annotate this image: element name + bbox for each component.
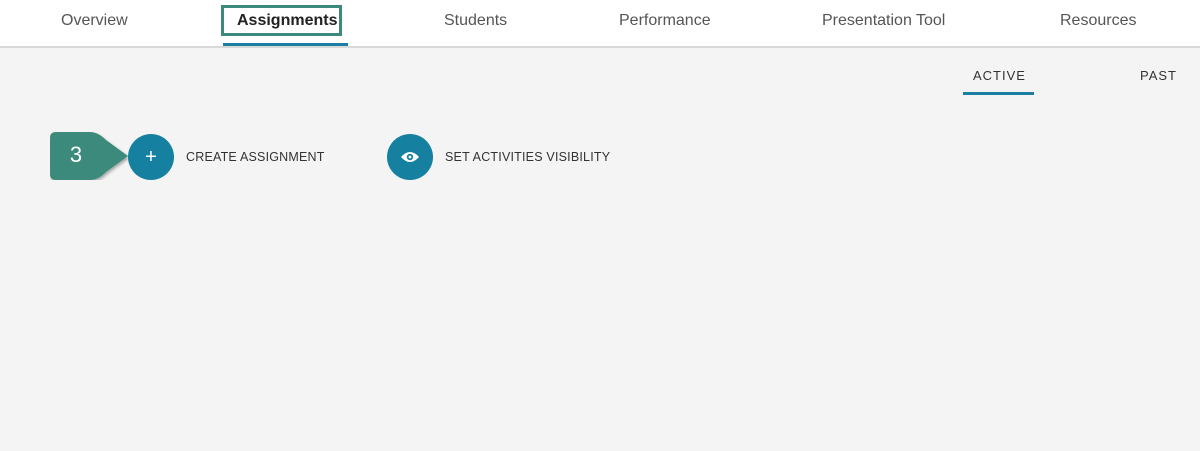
step-callout-number: 3 [69, 142, 83, 167]
create-assignment-label[interactable]: CREATE ASSIGNMENT [186, 150, 325, 164]
tab-resources[interactable]: Resources [1060, 0, 1136, 44]
tab-overview[interactable]: Overview [61, 0, 128, 44]
eye-icon[interactable] [387, 134, 433, 180]
set-activities-visibility-button[interactable]: SET ACTIVITIES VISIBILITY [387, 134, 610, 180]
tab-presentation-tool[interactable]: Presentation Tool [822, 0, 945, 44]
active-subtab-indicator [963, 92, 1034, 95]
subtab-active[interactable]: ACTIVE [973, 68, 1026, 83]
set-activities-visibility-label[interactable]: SET ACTIVITIES VISIBILITY [445, 150, 610, 164]
assignments-panel: ACTIVE PAST 3 + CREATE ASSIGNMENT SET AC… [0, 48, 1200, 451]
tab-students[interactable]: Students [444, 0, 507, 44]
plus-icon[interactable]: + [128, 134, 174, 180]
top-navigation: Overview Assignments Students Performanc… [0, 0, 1200, 48]
create-assignment-button[interactable]: + CREATE ASSIGNMENT [128, 134, 325, 180]
active-tab-indicator [223, 43, 348, 46]
tab-performance[interactable]: Performance [619, 0, 711, 44]
subtab-past[interactable]: PAST [1140, 68, 1177, 83]
tab-assignments[interactable]: Assignments [237, 0, 337, 44]
